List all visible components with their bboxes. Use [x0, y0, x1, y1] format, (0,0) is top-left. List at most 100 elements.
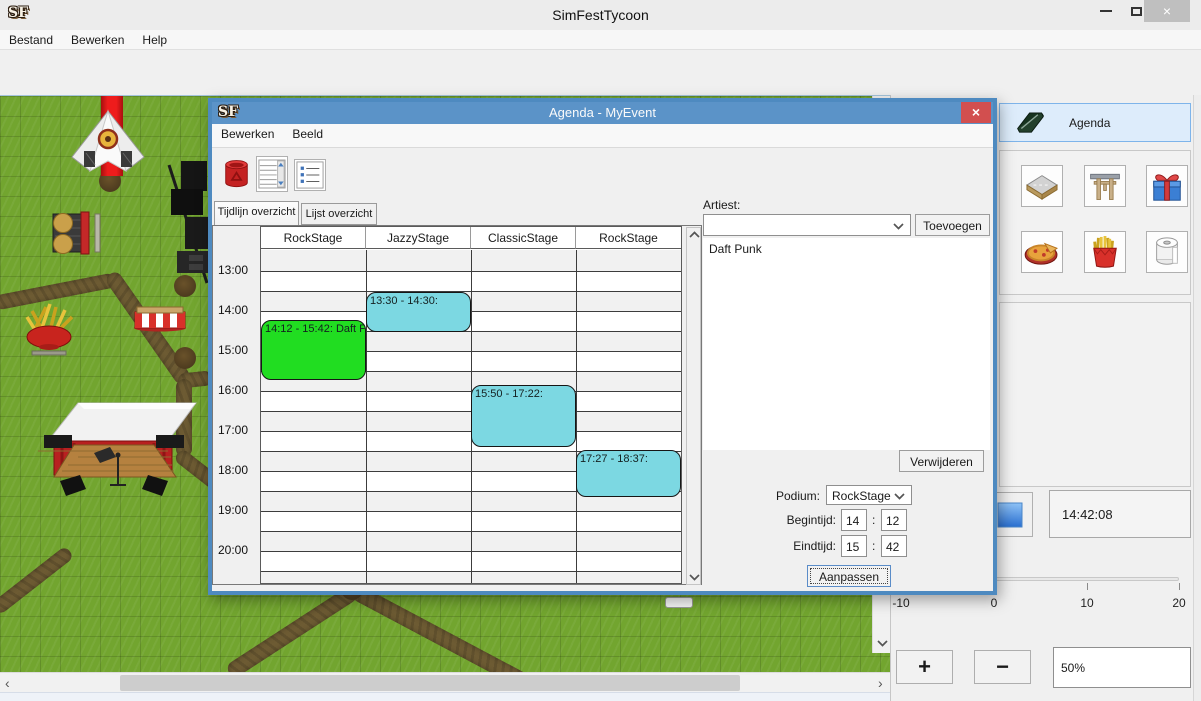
shop-path-tile-button[interactable] [1021, 165, 1063, 207]
path-tile-icon [1023, 170, 1061, 202]
hour-label: 13:00 [218, 263, 258, 277]
end-minute-field[interactable]: 42 [881, 535, 907, 557]
hour-label: 15:00 [218, 343, 258, 357]
shop-toilet-paper-button[interactable] [1146, 231, 1188, 273]
minus-icon: − [996, 654, 1009, 680]
agenda-button[interactable]: Agenda [999, 103, 1191, 142]
timeline-view-icon [258, 159, 286, 189]
fries-stand[interactable] [22, 301, 78, 357]
podium-dropdown[interactable]: RockStage [826, 485, 912, 505]
main-menubar: BestandBewerkenHelp [0, 30, 1201, 50]
artist-dropdown[interactable] [703, 214, 911, 236]
blue-square-icon [997, 502, 1023, 528]
scroll-up-icon[interactable] [689, 231, 700, 238]
torii-gate-icon [1087, 169, 1123, 203]
scroll-right-icon[interactable]: › [878, 675, 883, 691]
stage-column-header: ClassicStage [471, 227, 576, 249]
zoom-in-button[interactable]: + [896, 650, 953, 684]
pizza-icon [1023, 237, 1061, 267]
slider-label: 0 [977, 596, 1011, 610]
artist-list-item[interactable]: Daft Punk [703, 238, 990, 260]
dialog-menubar: BewerkenBeeld [212, 124, 993, 148]
schedule-event[interactable]: 17:27 - 18:37: [576, 450, 681, 497]
begin-time-label: Begintijd: [748, 513, 836, 527]
schedule-event[interactable]: 13:30 - 14:30: [366, 292, 471, 332]
burger-stand[interactable] [45, 206, 105, 260]
schedule-grid[interactable]: RockStageJazzyStageClassicStageRockStage… [260, 226, 682, 584]
dialog-menu-bewerken[interactable]: Bewerken [212, 124, 283, 144]
hour-label: 17:00 [218, 423, 258, 437]
remove-artist-button[interactable]: Verwijderen [899, 450, 984, 472]
fries-icon [1089, 234, 1121, 270]
podium-label: Podium: [748, 489, 820, 503]
sound-rig[interactable] [165, 161, 211, 291]
artist-label: Artiest: [703, 198, 740, 212]
shop-pizza-button[interactable] [1021, 231, 1063, 273]
begin-hour-field[interactable]: 14 [841, 509, 867, 531]
scroll-left-icon[interactable]: ‹ [5, 675, 10, 691]
dialog-title: Agenda - MyEvent [212, 105, 993, 120]
end-hour-field[interactable]: 15 [841, 535, 867, 557]
shop-gift-button[interactable] [1146, 165, 1188, 207]
shop-fries-button[interactable] [1084, 231, 1126, 273]
hour-label: 20:00 [218, 543, 258, 557]
dirt-path[interactable] [350, 584, 565, 672]
maximize-icon [1131, 7, 1142, 16]
dialog-titlebar[interactable]: SF Agenda - MyEvent × [212, 102, 993, 124]
delete-event-button[interactable] [219, 156, 253, 192]
hour-label: 18:00 [218, 463, 258, 477]
map-horizontal-scrollbar[interactable]: ‹ › [0, 672, 890, 692]
schedule-header: RockStageJazzyStageClassicStageRockStage [261, 227, 681, 249]
schedule-event[interactable]: 15:50 - 17:22: [471, 385, 576, 446]
tab-lijst-overzicht[interactable]: Lijst overzicht [301, 203, 377, 225]
main-stage[interactable] [38, 399, 203, 511]
dialog-menu-beeld[interactable]: Beeld [283, 124, 332, 144]
menu-help[interactable]: Help [133, 30, 176, 50]
tab-tijdlijn-overzicht[interactable]: Tijdlijn overzicht [214, 201, 299, 225]
clock-value: 14:42:08 [1062, 507, 1113, 522]
close-button[interactable]: × [1144, 0, 1190, 22]
scrollbar-thumb[interactable] [120, 675, 740, 691]
schedule-panel: 13:00 14:00 15:00 16:00 17:00 18:00 19:00 20:00… [212, 225, 702, 585]
clock-display: 14:42:08 [1049, 490, 1191, 538]
menu-bestand[interactable]: Bestand [0, 30, 62, 50]
schedule-scrollbar[interactable] [686, 227, 701, 585]
window-title: SimFestTycoon [0, 7, 1201, 23]
stage-column-header: JazzyStage [366, 227, 471, 249]
dialog-close-button[interactable]: × [961, 102, 991, 123]
minimize-button[interactable] [1092, 0, 1120, 22]
zoom-level-field[interactable]: 50% [1053, 647, 1191, 688]
chevron-down-icon [894, 493, 905, 500]
menu-bewerken[interactable]: Bewerken [62, 30, 133, 50]
hour-label: 16:00 [218, 383, 258, 397]
schedule-event[interactable]: 14:12 - 15:42: Daft P [261, 320, 366, 380]
gift-icon [1149, 168, 1185, 204]
striped-stall[interactable] [133, 306, 187, 332]
shop-torii-gate-button[interactable] [1084, 165, 1126, 207]
sidebar-scrollbar[interactable] [1193, 95, 1201, 701]
festival-tent[interactable] [66, 109, 150, 173]
truck[interactable] [665, 597, 693, 608]
window-titlebar[interactable]: SF SimFestTycoon × [0, 0, 1201, 30]
timeline-view-button[interactable] [256, 156, 288, 192]
scroll-down-icon[interactable] [877, 640, 888, 647]
notebook-icon [1014, 109, 1047, 137]
column-separator [576, 250, 577, 583]
path-node [174, 347, 196, 369]
dirt-path[interactable] [225, 584, 360, 672]
add-artist-button[interactable]: Toevoegen [915, 214, 990, 236]
main-toolbar [0, 50, 1201, 95]
schedule-body[interactable]: 14:12 - 15:42: Daft P13:30 - 14:30: 15:50… [261, 250, 681, 583]
list-view-button[interactable] [294, 159, 326, 191]
zoom-out-button[interactable]: − [974, 650, 1031, 684]
scroll-down-icon[interactable] [689, 574, 700, 581]
status-strip [0, 692, 890, 701]
apply-button[interactable]: Aanpassen [807, 565, 891, 587]
slider-tick [1179, 583, 1180, 590]
dirt-path[interactable] [0, 545, 75, 615]
hour-label: 19:00 [218, 503, 258, 517]
artist-list[interactable]: Daft Punk [703, 238, 990, 450]
hour-label: 14:00 [218, 303, 258, 317]
end-time-label: Eindtijd: [748, 539, 836, 553]
begin-minute-field[interactable]: 12 [881, 509, 907, 531]
